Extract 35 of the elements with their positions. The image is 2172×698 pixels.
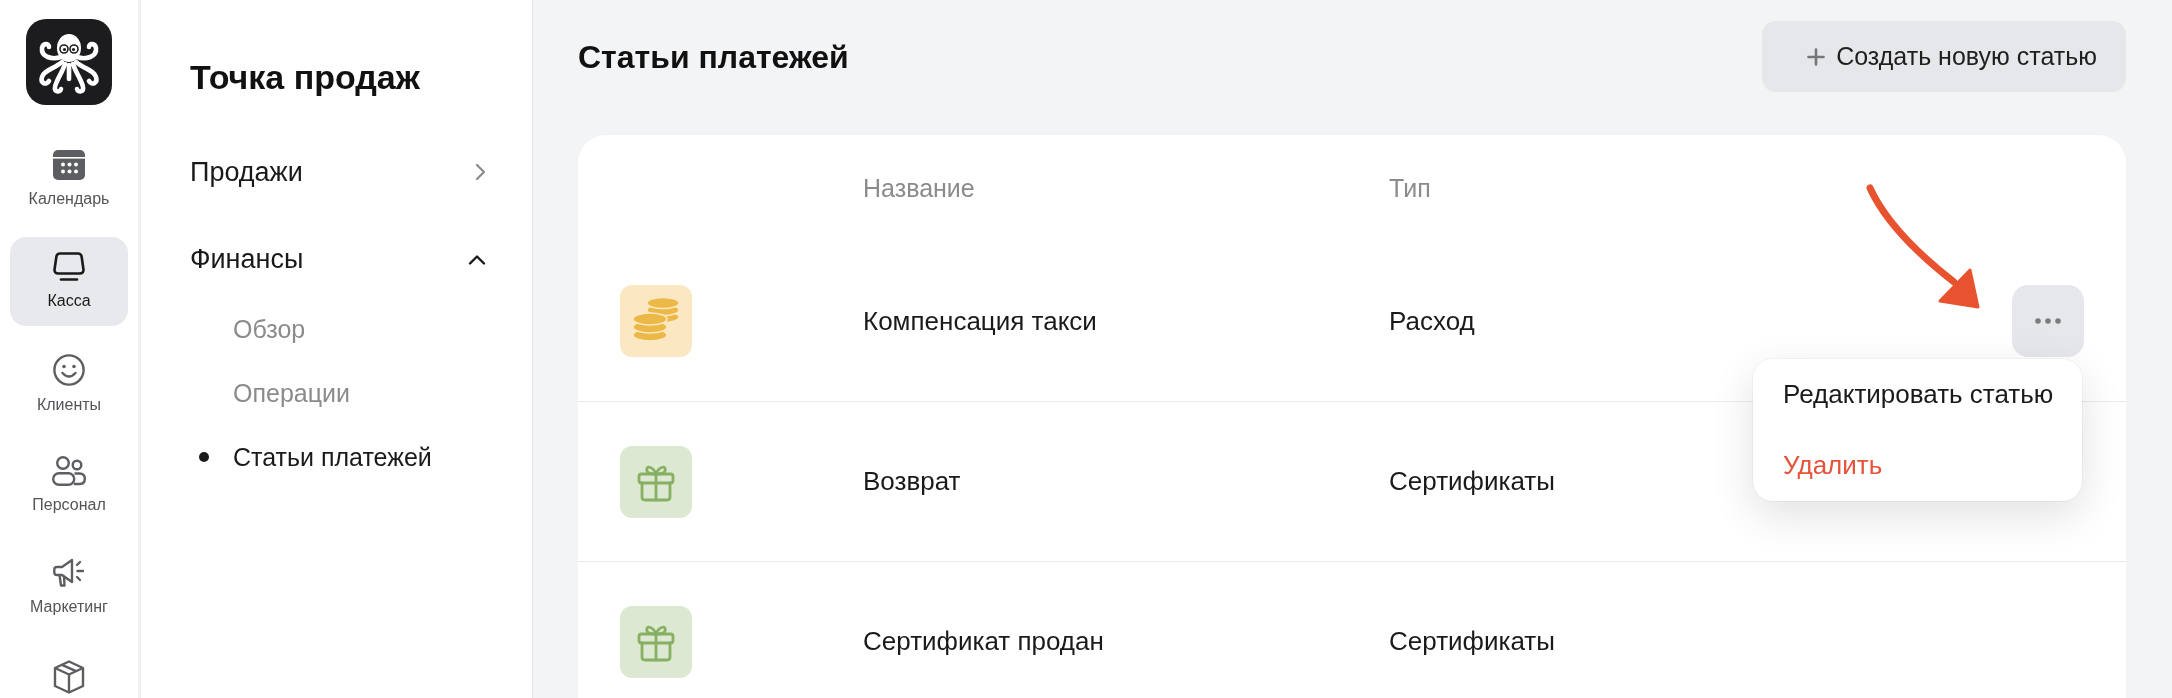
nav-item[interactable]: Календарь — [10, 135, 128, 224]
calendar-icon — [53, 150, 85, 180]
chevron-right-icon — [475, 163, 486, 181]
sidebar-link[interactable]: Статьи платежей — [233, 442, 432, 472]
table-cell: Возврат — [863, 466, 961, 497]
table-cell: Сертификат продан — [863, 626, 1104, 657]
gift-icon — [620, 605, 692, 678]
menu-item[interactable]: Редактировать статью — [1753, 359, 2082, 430]
gift-icon — [620, 445, 692, 518]
coins-icon — [620, 285, 692, 357]
chevron-up-icon — [468, 253, 486, 265]
page-title: Статьи платежей — [578, 37, 849, 76]
nav-item[interactable]: Маркетинг — [10, 543, 128, 632]
table-cell: Расход — [1389, 305, 1475, 337]
sidebar-section[interactable]: Продажи — [190, 142, 486, 202]
sidebar-title: Точка продаж — [190, 57, 421, 97]
nav-item[interactable]: Персонал — [10, 441, 128, 530]
sidebar-section[interactable]: Финансы — [190, 229, 486, 289]
people-icon — [52, 456, 86, 486]
table-cell: Компенсация такси — [863, 305, 1097, 337]
menu-item[interactable]: Удалить — [1753, 430, 2082, 501]
more-icon — [2035, 318, 2061, 324]
table-cell: Сертификаты — [1389, 626, 1555, 657]
column-header: Название — [863, 173, 975, 203]
nav-item[interactable]: Клиенты — [10, 339, 128, 428]
table-cell: Сертификаты — [1389, 466, 1555, 497]
create-button[interactable]: Создать новую статью — [1762, 21, 2126, 92]
nav-item[interactable]: Касса — [10, 237, 128, 326]
bullet-icon — [199, 452, 209, 462]
column-header: Тип — [1389, 173, 1431, 203]
box-icon — [53, 660, 85, 694]
plus-icon — [1807, 47, 1826, 66]
monitor-icon — [53, 252, 85, 282]
megaphone-icon — [53, 558, 85, 588]
smiley-icon — [53, 354, 85, 386]
